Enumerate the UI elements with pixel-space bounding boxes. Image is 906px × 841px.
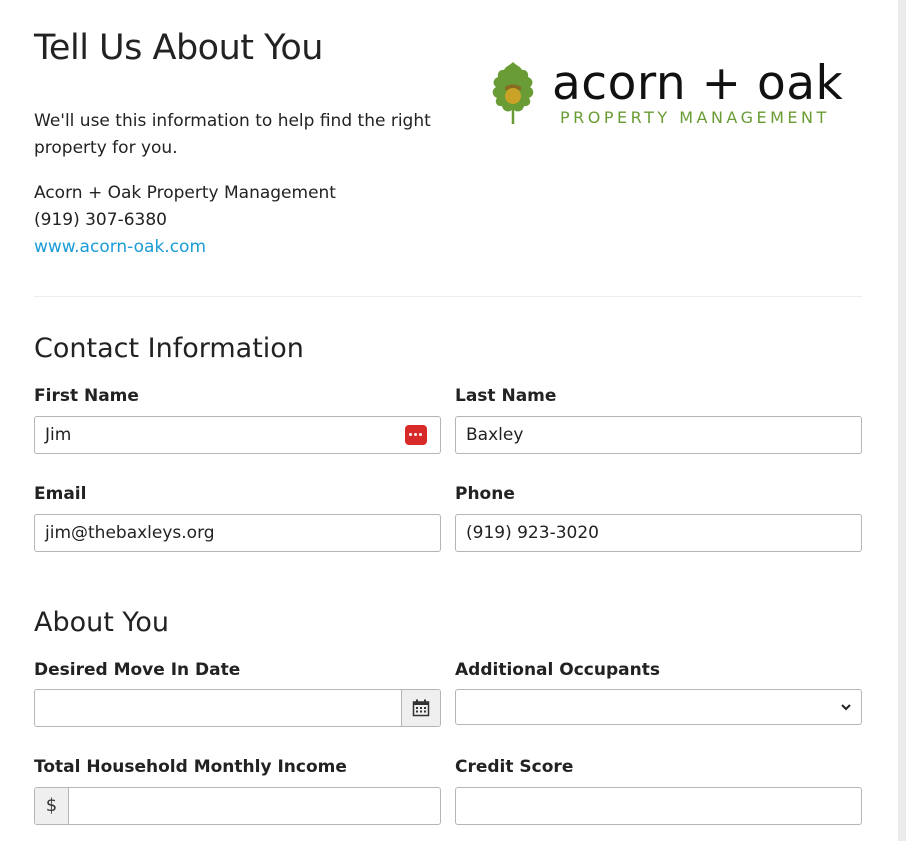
last-name-label: Last Name <box>455 386 557 406</box>
oak-leaf-acorn-icon <box>492 62 534 124</box>
phone-input[interactable]: (919) 923-3020 <box>455 514 862 552</box>
intro-text: We'll use this information to help find … <box>34 111 431 158</box>
email-label: Email <box>34 484 87 504</box>
company-name: Acorn + Oak Property Management <box>34 183 336 203</box>
company-website-link[interactable]: www.acorn-oak.com <box>34 234 336 261</box>
calendar-button[interactable] <box>401 690 440 726</box>
company-logo: acorn + oak PROPERTY MANAGEMENT <box>490 58 870 128</box>
calendar-icon <box>412 699 430 717</box>
chevron-down-icon <box>841 704 851 711</box>
first-name-input[interactable]: Jim <box>34 416 441 454</box>
move-in-date-input[interactable] <box>34 689 441 727</box>
company-contact: Acorn + Oak Property Management (919) 30… <box>34 180 336 261</box>
first-name-label: First Name <box>34 386 139 406</box>
company-phone: (919) 307-6380 <box>34 210 167 230</box>
last-name-input[interactable]: Baxley <box>455 416 862 454</box>
page-scrollbar[interactable] <box>898 0 906 841</box>
phone-value: (919) 923-3020 <box>466 523 599 543</box>
last-name-value: Baxley <box>466 425 524 445</box>
additional-occupants-label: Additional Occupants <box>455 660 660 680</box>
monthly-income-input[interactable]: $ <box>34 787 441 825</box>
password-manager-icon[interactable] <box>405 425 427 445</box>
email-input[interactable]: jim@thebaxleys.org <box>34 514 441 552</box>
first-name-value: Jim <box>45 425 72 445</box>
page-title: Tell Us About You <box>34 28 323 68</box>
monthly-income-label: Total Household Monthly Income <box>34 757 347 777</box>
email-value: jim@thebaxleys.org <box>45 523 215 543</box>
move-in-date-label: Desired Move In Date <box>34 660 241 680</box>
credit-score-label: Credit Score <box>455 757 574 777</box>
currency-prefix: $ <box>35 788 69 824</box>
logo-wordmark: acorn + oak <box>552 56 844 111</box>
credit-score-input[interactable] <box>455 787 862 825</box>
header-divider <box>34 296 862 297</box>
logo-tagline: PROPERTY MANAGEMENT <box>560 108 830 127</box>
about-section-title: About You <box>34 607 169 638</box>
contact-section-title: Contact Information <box>34 333 304 364</box>
phone-label: Phone <box>455 484 515 504</box>
additional-occupants-select[interactable] <box>455 689 862 725</box>
